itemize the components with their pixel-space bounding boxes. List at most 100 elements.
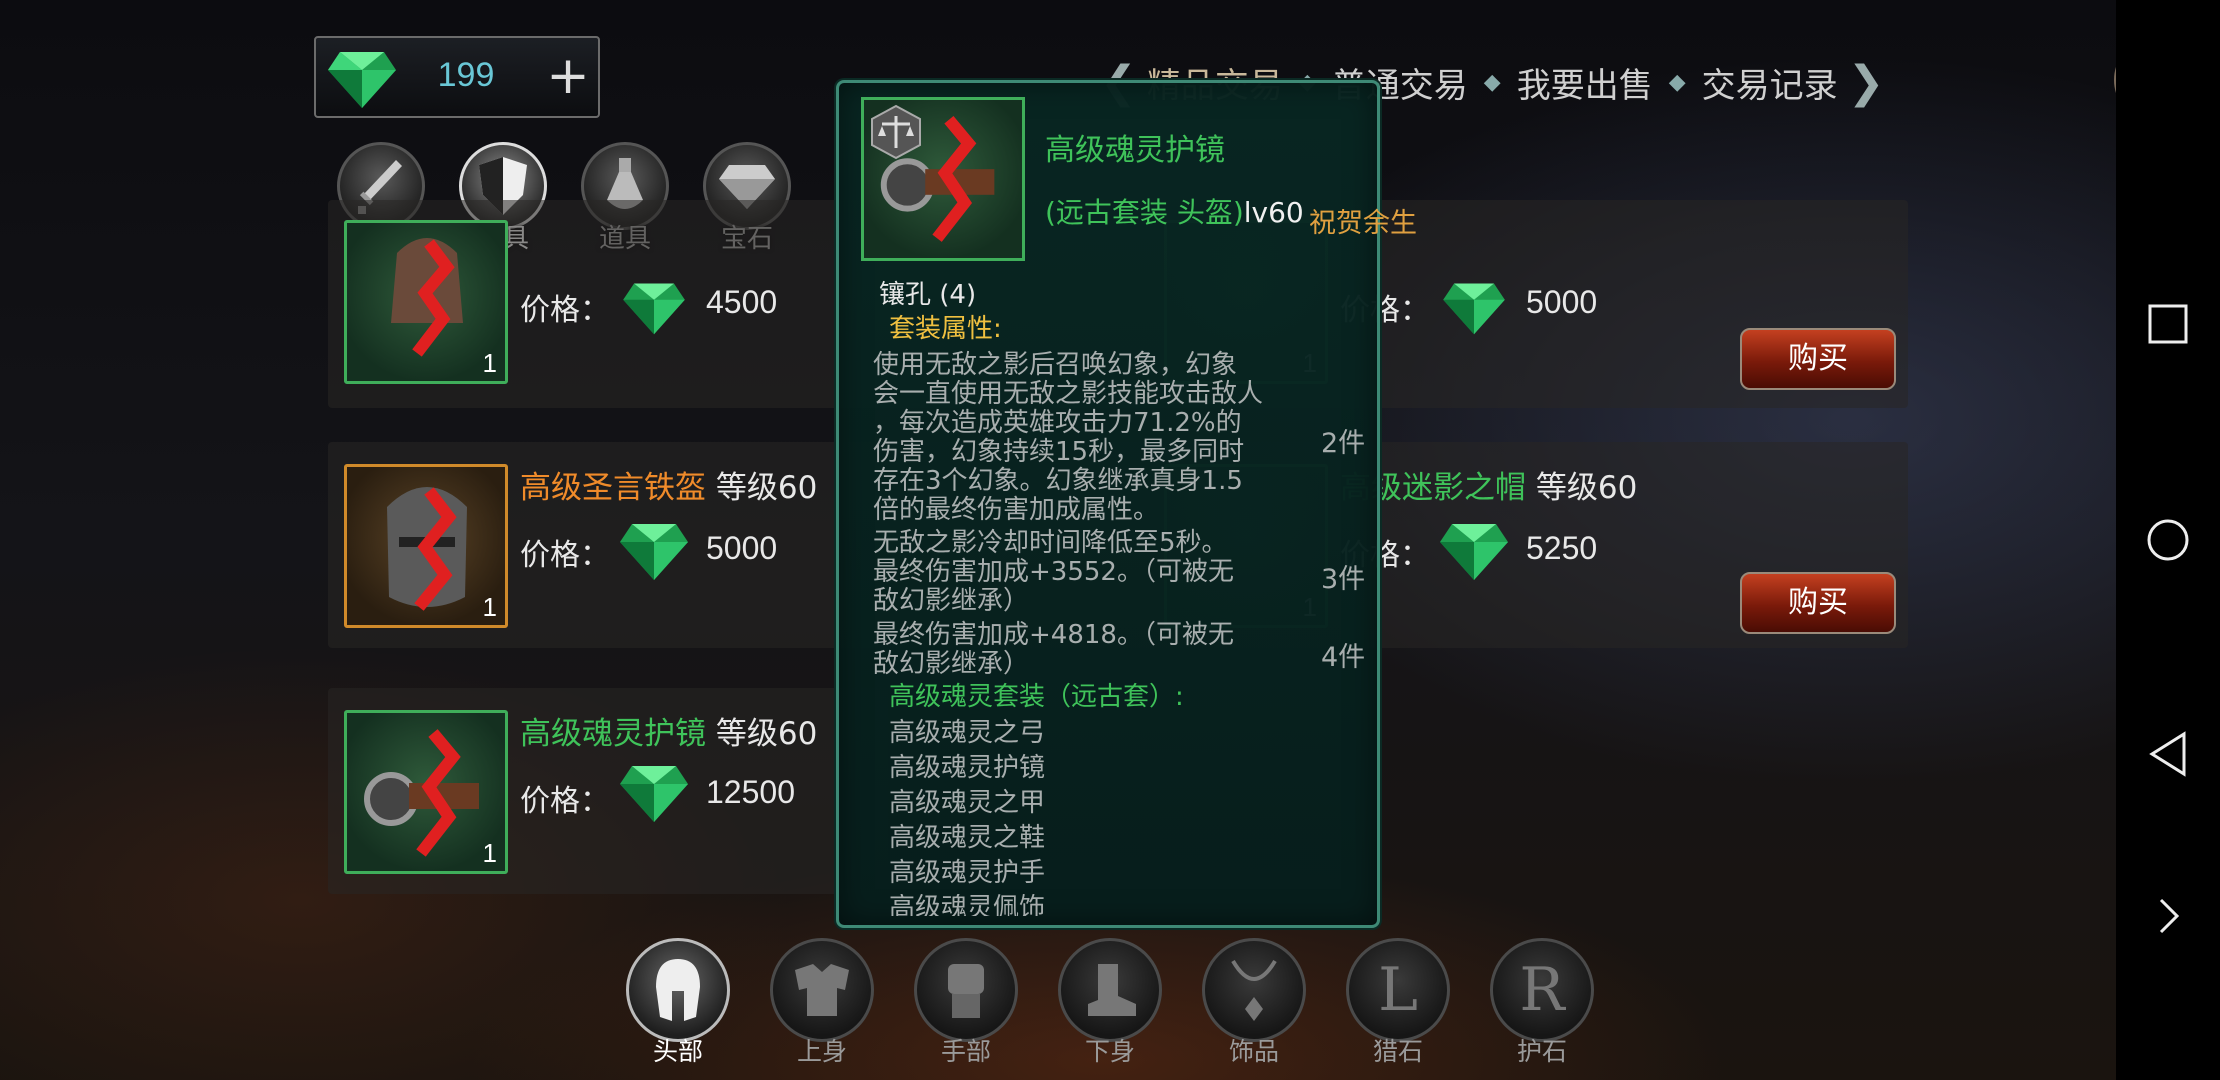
buy-button[interactable]: 购买: [1740, 328, 1896, 390]
suit-item: 高级魂灵之鞋: [889, 823, 1046, 853]
slot-head[interactable]: 头部: [625, 938, 731, 1066]
emerald-gem-icon: [1438, 278, 1510, 340]
game-screen: 199 + 武器 防具 道具 宝石 ❮ 精品交易 ◆ 普通交易 ◆ 我要出售 ◆…: [0, 0, 2116, 1080]
price-value: 5000: [706, 530, 778, 566]
slot-label: 手部: [940, 1037, 991, 1066]
set-piece-count: 2件: [1321, 428, 1366, 459]
set-bonus-line: 倍的最终伤害加成属性。: [873, 495, 1160, 525]
emerald-gem-icon: [618, 760, 690, 828]
chevron-right-icon: [2159, 898, 2180, 934]
suit-item: 高级魂灵佩饰: [889, 894, 1046, 916]
expand-button[interactable]: [2136, 884, 2200, 948]
diamond-separator-icon: ◆: [1668, 69, 1686, 95]
set-bonus-line: 存在3个幻象。幻象继承真身1.5: [873, 466, 1243, 496]
tooltip-item-name: 高级魂灵护镜: [1045, 133, 1225, 168]
emerald-gem-icon: [326, 46, 398, 114]
slot-label: 上身: [796, 1037, 847, 1066]
seller-name: 祝贺余生: [1309, 208, 1417, 239]
system-navigation-bar: [2116, 0, 2220, 1080]
slot-body[interactable]: 上身: [769, 938, 875, 1066]
tab-trade-history[interactable]: 交易记录: [1692, 58, 1848, 107]
slot-letter: L: [1378, 955, 1418, 1025]
triangle-back-icon: [2149, 731, 2186, 777]
item-name: 高级圣言铁盔 等级60: [520, 462, 817, 507]
slot-hands[interactable]: 手部: [913, 938, 1019, 1066]
suit-item: 高级魂灵之弓: [889, 718, 1046, 748]
gem-currency-box: 199 +: [314, 36, 600, 118]
item-slot[interactable]: 1: [344, 220, 508, 384]
helmet-icon: [626, 938, 730, 1042]
slot-label: 猎石: [1372, 1037, 1423, 1066]
emerald-gem-icon: [618, 278, 690, 340]
square-icon: [2148, 304, 2188, 344]
circle-icon: [2147, 519, 2189, 561]
tooltip-set-type: (远古套装 头盔): [1045, 196, 1244, 229]
suit-title: 高级魂灵套装（远古套）:: [889, 682, 1184, 712]
price-label: 价格：: [520, 784, 610, 819]
trade-scale-icon: [871, 104, 921, 160]
slot-label: 护石: [1516, 1037, 1567, 1066]
socket-count: 镶孔 (4): [879, 280, 977, 310]
suit-item: 高级魂灵护镜: [889, 753, 1046, 783]
recent-apps-button[interactable]: [2136, 292, 2200, 356]
gauntlet-icon: [914, 938, 1018, 1042]
set-attributes-header: 套装属性:: [889, 314, 1002, 344]
tooltip-item-slot: [861, 97, 1025, 261]
tooltip-item-type: (远古套装 头盔)lv60: [1045, 191, 1304, 231]
item-tooltip: 高级魂灵护镜 (远古套装 头盔)lv60 祝贺余生 镶孔 (4) 套装属性: 使…: [836, 80, 1417, 928]
buy-button[interactable]: 购买: [1740, 572, 1896, 634]
set-bonus-line: 最终伤害加成+4818。（可被无: [873, 620, 1234, 650]
slot-label: 饰品: [1228, 1037, 1279, 1066]
boot-icon: [1058, 938, 1162, 1042]
price-value: 5000: [1526, 284, 1598, 320]
price-value: 4500: [706, 284, 778, 320]
set-bonus-line: 无敌之影冷却时间降低至5秒。: [873, 528, 1228, 558]
set-bonus-line: 伤害，幻象持续15秒，最多同时: [873, 437, 1245, 467]
tooltip-item-level: lv60: [1243, 196, 1304, 229]
item-name: 高级迷影之帽 等级60: [1340, 462, 1637, 507]
item-quantity: 1: [482, 348, 497, 378]
slot-accessory[interactable]: 饰品: [1201, 938, 1307, 1066]
emerald-gem-icon: [1438, 518, 1510, 586]
set-bonus-line: 敌幻影继承）: [873, 586, 1030, 616]
slot-hunting-stone[interactable]: L 猎石: [1345, 938, 1451, 1066]
emerald-gem-icon: [618, 518, 690, 586]
item-name: 高级魂灵护镜 等级60: [520, 708, 817, 753]
set-piece-count: 4件: [1321, 642, 1366, 673]
item-level: 等级60: [1535, 470, 1638, 506]
slot-guard-stone[interactable]: R 护石: [1489, 938, 1595, 1066]
slot-label: 头部: [652, 1037, 703, 1066]
set-bonus-line: 最终伤害加成+3552。（可被无: [873, 557, 1234, 587]
set-bonus-line: 敌幻影继承）: [873, 649, 1030, 679]
slot-letter: R: [1519, 955, 1565, 1025]
letter-r-icon: R: [1490, 938, 1594, 1042]
suit-item: 高级魂灵护手: [889, 858, 1046, 888]
gem-count: 199: [437, 56, 495, 94]
close-button[interactable]: [2108, 30, 2116, 130]
close-icon: [2114, 66, 2116, 94]
price-value: 5250: [1526, 530, 1598, 566]
set-piece-count: 3件: [1321, 564, 1366, 595]
item-slot[interactable]: 1: [344, 710, 508, 874]
set-bonus-line: ，每次造成英雄攻击力71.2%的: [873, 408, 1242, 438]
back-button[interactable]: [2136, 722, 2200, 786]
item-slot[interactable]: 1: [344, 464, 508, 628]
add-currency-button[interactable]: +: [544, 46, 592, 106]
price-value: 12500: [706, 774, 795, 810]
item-name-text: 高级圣言铁盔: [520, 470, 706, 506]
tab-sell[interactable]: 我要出售: [1507, 58, 1663, 107]
item-quantity: 1: [482, 838, 497, 868]
right-arrow-icon: ❯: [1847, 56, 1885, 108]
armor-icon: [770, 938, 874, 1042]
slot-legs[interactable]: 下身: [1057, 938, 1163, 1066]
home-button[interactable]: [2136, 508, 2200, 572]
set-bonus-line: 会一直使用无敌之影技能攻击敌人: [873, 379, 1264, 409]
price-label: 价格：: [520, 293, 610, 328]
slot-label: 下身: [1084, 1037, 1135, 1066]
amulet-icon: [1202, 938, 1306, 1042]
suit-item: 高级魂灵之甲: [889, 788, 1046, 818]
set-bonus-line: 使用无敌之影后召唤幻象，幻象: [873, 350, 1238, 380]
letter-l-icon: L: [1346, 938, 1450, 1042]
price-label: 价格：: [520, 538, 610, 573]
diamond-separator-icon: ◆: [1483, 69, 1501, 95]
